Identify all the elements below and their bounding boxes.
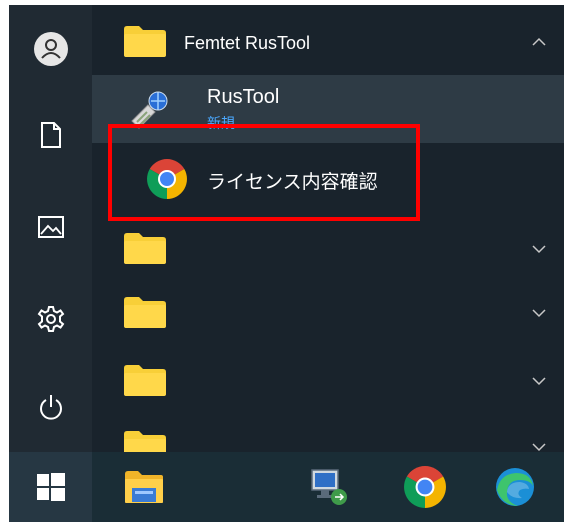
file-explorer-icon <box>125 471 163 503</box>
taskbar-edge[interactable] <box>484 452 546 522</box>
gear-icon <box>37 306 64 332</box>
folder-collapsed-1[interactable] <box>92 220 564 282</box>
start-rail <box>9 5 92 452</box>
folder-icon <box>124 365 166 396</box>
taskbar-chrome[interactable] <box>394 452 456 522</box>
taskbar-file-explorer[interactable] <box>113 452 175 522</box>
start-menu: Femtet RusTool RusTool 新規 ライセンス内容確認 <box>9 5 564 522</box>
folder-icon <box>124 431 166 452</box>
folder-collapsed-4[interactable] <box>92 420 564 452</box>
chevron-down-icon[interactable] <box>532 244 546 254</box>
user-icon <box>33 32 68 66</box>
remote-desktop-icon <box>311 469 347 505</box>
document-icon <box>40 122 61 148</box>
folder-collapsed-3[interactable] <box>92 354 564 416</box>
power-icon <box>39 395 62 420</box>
folder-icon <box>124 26 166 57</box>
power-button[interactable] <box>9 377 92 437</box>
taskbar-remote-desktop[interactable] <box>298 452 360 522</box>
start-button[interactable] <box>9 452 92 522</box>
app-name: RusTool <box>207 86 280 108</box>
edge-icon <box>496 468 534 506</box>
pictures-button[interactable] <box>9 197 92 257</box>
chevron-down-icon[interactable] <box>532 308 546 318</box>
windows-start-icon <box>36 473 65 501</box>
picture-icon <box>37 216 64 238</box>
folder-icon <box>124 233 166 264</box>
chevron-down-icon[interactable] <box>532 442 546 452</box>
settings-button[interactable] <box>9 289 92 349</box>
highlight-annotation <box>108 124 420 221</box>
folder-icon <box>124 297 166 328</box>
folder-collapsed-2[interactable] <box>92 286 564 348</box>
folder-label: Femtet RusTool <box>184 33 311 53</box>
app-list[interactable]: Femtet RusTool RusTool 新規 ライセンス内容確認 <box>92 5 564 452</box>
user-account-button[interactable] <box>9 19 92 79</box>
chrome-icon <box>404 466 446 508</box>
documents-button[interactable] <box>9 105 92 165</box>
taskbar <box>9 452 564 522</box>
folder-femtet-rustool[interactable]: Femtet RusTool <box>92 5 564 75</box>
chevron-down-icon[interactable] <box>532 376 546 386</box>
chevron-up-icon[interactable] <box>532 37 546 47</box>
